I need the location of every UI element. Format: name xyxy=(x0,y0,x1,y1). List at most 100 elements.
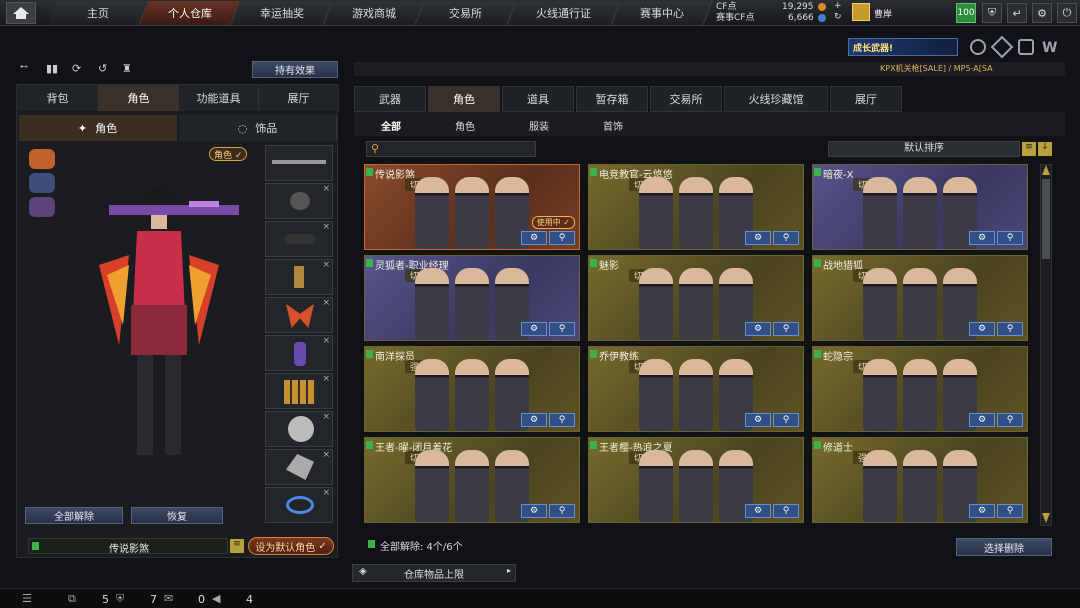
remove-icon[interactable]: × xyxy=(322,450,330,460)
subtab-jewelry[interactable]: 首饰 xyxy=(588,116,638,134)
tab-events[interactable]: 赛事中心 xyxy=(611,1,713,25)
search-input[interactable]: ⚲ xyxy=(366,141,536,157)
binoculars-icon[interactable]: ⧉ xyxy=(68,592,76,606)
slot-helmet[interactable]: × xyxy=(265,183,333,219)
growth-weapon-banner[interactable]: 成长武器! xyxy=(848,38,958,56)
tab-battle-pass[interactable]: 火线通行证 xyxy=(507,1,621,25)
sort-order-icon[interactable]: ↓ xyxy=(1038,142,1052,156)
role-card[interactable]: 传说影煞切换型⚙⚲使用中 ✓ xyxy=(364,164,580,250)
role-card[interactable]: 乔伊教练切换型⚙⚲ xyxy=(588,346,804,432)
tab-backpack[interactable]: 背包 xyxy=(17,85,99,111)
customize-icon[interactable]: ⚙ xyxy=(969,322,995,336)
customize-icon[interactable]: ⚙ xyxy=(745,413,771,427)
toggle-off-icon[interactable]: ⊷ xyxy=(20,62,38,76)
slot-bracelet[interactable]: × xyxy=(265,487,333,523)
tab-props[interactable]: 道具 xyxy=(502,86,574,112)
list-icon[interactable]: ≡ xyxy=(230,539,244,553)
zoom-icon[interactable]: ⚲ xyxy=(997,413,1023,427)
skin-swatch-orange[interactable] xyxy=(29,149,55,169)
tab-exchange[interactable]: 交易所 xyxy=(415,1,517,25)
customize-icon[interactable]: ⚙ xyxy=(521,504,547,518)
subtab-accessory[interactable]: ◌ 饰品 xyxy=(179,115,337,141)
tab-role[interactable]: 角色 xyxy=(99,85,179,111)
subtab-all[interactable]: 全部 xyxy=(366,116,416,134)
scrollbar[interactable] xyxy=(1040,164,1052,526)
tab-showroom[interactable]: 展厅 xyxy=(259,85,339,111)
slot-emblem[interactable]: × xyxy=(265,411,333,447)
remove-icon[interactable]: × xyxy=(322,488,330,498)
customize-icon[interactable]: ⚙ xyxy=(745,322,771,336)
customize-icon[interactable]: ⚙ xyxy=(969,504,995,518)
remove-icon[interactable]: × xyxy=(322,336,330,346)
sort-dropdown[interactable]: 默认排序 xyxy=(828,141,1020,157)
gear-icon[interactable]: ⚙ xyxy=(1032,3,1052,23)
customize-icon[interactable]: ⚙ xyxy=(745,231,771,245)
tab-gallery[interactable]: 展厅 xyxy=(830,86,902,112)
remove-icon[interactable]: × xyxy=(322,374,330,384)
tab-lucky-draw[interactable]: 幸运抽奖 xyxy=(231,1,333,25)
zoom-icon[interactable]: ⚲ xyxy=(773,322,799,336)
role-card[interactable]: 电竞教官-云悠悠切换型⚙⚲ xyxy=(588,164,804,250)
slot-wings[interactable]: × xyxy=(265,297,333,333)
scroll-up-icon[interactable] xyxy=(1042,165,1050,175)
warehouse-limit-bar[interactable]: ◈ 仓库物品上限 ▸ xyxy=(352,564,516,582)
slot-ammo[interactable]: × xyxy=(265,373,333,409)
remove-icon[interactable]: × xyxy=(322,260,330,270)
customize-icon[interactable]: ⚙ xyxy=(969,413,995,427)
remove-icon[interactable]: × xyxy=(322,222,330,232)
zoom-icon[interactable]: ⚲ xyxy=(549,231,575,245)
zoom-icon[interactable]: ⚲ xyxy=(997,231,1023,245)
tab-trade[interactable]: 交易所 xyxy=(650,86,722,112)
tab-storage[interactable]: 暂存箱 xyxy=(576,86,648,112)
skin-swatch-blue[interactable] xyxy=(29,173,55,193)
skin-swatch-purple[interactable] xyxy=(29,197,55,217)
tab-weapons[interactable]: 武器 xyxy=(354,86,426,112)
tab-collection[interactable]: 火线珍藏馆 xyxy=(724,86,828,112)
subtab-costume[interactable]: 服装 xyxy=(514,116,564,134)
role-card[interactable]: 修道士强化型⚙⚲ xyxy=(812,437,1028,523)
badge-icon[interactable] xyxy=(990,35,1014,59)
avatar[interactable] xyxy=(852,3,870,21)
slot-potion[interactable]: × xyxy=(265,335,333,371)
slot-glasses[interactable]: × xyxy=(265,221,333,257)
chat-icon[interactable]: ✉ xyxy=(164,592,173,605)
speaker-icon[interactable]: ◀ xyxy=(212,592,220,605)
wing-icon[interactable]: W xyxy=(1042,40,1057,56)
slot-beast[interactable]: × xyxy=(265,449,333,485)
power-icon[interactable]: ⏻ xyxy=(1057,3,1077,23)
sort-list-icon[interactable]: ≡ xyxy=(1022,142,1036,156)
release-all-button[interactable]: 全部解除 xyxy=(25,507,123,524)
tab-personal-warehouse[interactable]: 个人仓库 xyxy=(139,1,241,25)
customize-icon[interactable]: ⚙ xyxy=(969,231,995,245)
subtab-character[interactable]: ✦ 角色 xyxy=(19,115,177,141)
zoom-icon[interactable]: ⚲ xyxy=(549,322,575,336)
zoom-icon[interactable]: ⚲ xyxy=(773,413,799,427)
scroll-down-icon[interactable] xyxy=(1042,513,1050,523)
zoom-icon[interactable]: ⚲ xyxy=(773,504,799,518)
sync-icon[interactable]: ↺ xyxy=(98,62,107,75)
tab-function-items[interactable]: 功能道具 xyxy=(179,85,259,111)
customize-icon[interactable]: ⚙ xyxy=(745,504,771,518)
restore-button[interactable]: 恢复 xyxy=(131,507,223,524)
select-delete-button[interactable]: 选择删除 xyxy=(956,538,1052,556)
slot-weapon[interactable] xyxy=(265,145,333,181)
tab-home[interactable]: 主页 xyxy=(47,1,149,25)
remove-icon[interactable]: × xyxy=(322,412,330,422)
zoom-icon[interactable]: ⚲ xyxy=(549,413,575,427)
customize-icon[interactable]: ⚙ xyxy=(521,322,547,336)
menu-icon[interactable]: ☰ xyxy=(22,592,32,605)
subtab-role[interactable]: 角色 xyxy=(440,116,490,134)
add-cf-icon[interactable]: + xyxy=(834,1,842,11)
tab-roles[interactable]: 角色 xyxy=(428,86,500,112)
holding-effect-button[interactable]: 持有效果 xyxy=(252,61,338,78)
stats-icon[interactable]: ▮▮ xyxy=(46,62,58,75)
role-card[interactable]: 蛇隐宗切换型⚙⚲ xyxy=(812,346,1028,432)
set-default-role-button[interactable]: 设为默认角色 ✓ xyxy=(248,537,334,555)
scroll-thumb[interactable] xyxy=(1042,179,1050,259)
zoom-icon[interactable]: ⚲ xyxy=(549,504,575,518)
role-card[interactable]: 魅影切换型⚙⚲ xyxy=(588,255,804,341)
emblem-icon[interactable] xyxy=(1018,39,1034,55)
role-card[interactable]: 战地猎狐切换型⚙⚲ xyxy=(812,255,1028,341)
shield-icon[interactable]: ⛨ xyxy=(982,3,1002,23)
back-icon[interactable]: ↵ xyxy=(1007,3,1027,23)
